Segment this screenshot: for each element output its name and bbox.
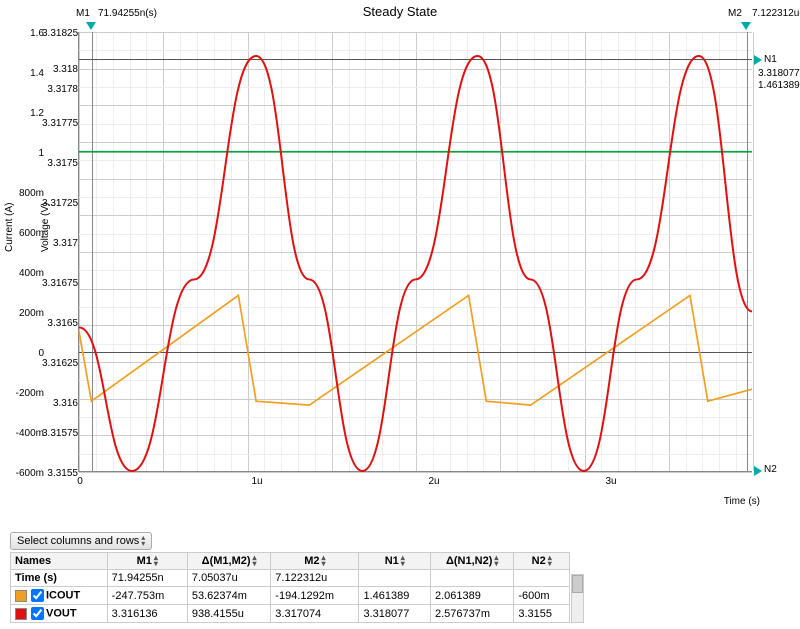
table-cell: -600m — [514, 587, 570, 605]
series-name-cell: ICOUT — [11, 587, 108, 605]
table-header[interactable]: Δ(M1,M2)▴▾ — [187, 552, 270, 569]
trace-layer — [79, 32, 752, 471]
marker-n2-label: N2 — [764, 464, 777, 475]
tick-voltage: 3.31675 — [42, 278, 78, 289]
tick-current: -200m — [8, 388, 44, 399]
table-header[interactable]: M1▴▾ — [107, 552, 187, 569]
tick-voltage: 3.318 — [42, 64, 78, 75]
tick-voltage: 3.31625 — [42, 358, 78, 369]
table-cell: 2.061389 — [430, 587, 513, 605]
table-row: VOUT3.316136938.4155u3.3170743.3180772.5… — [11, 605, 570, 623]
table-header[interactable]: M2▴▾ — [271, 552, 359, 569]
series-visible-checkbox[interactable] — [31, 607, 44, 620]
table-scrollbar[interactable] — [571, 574, 584, 623]
tick-voltage: 3.316 — [42, 398, 78, 409]
plot-area[interactable]: M1 71.94255n(s) M2 7.122312u(s) N1 3.318… — [78, 32, 752, 472]
sort-arrows-icon: ▴▾ — [154, 555, 158, 567]
tick-current: 400m — [8, 268, 44, 279]
table-cell: -194.1292m — [271, 587, 359, 605]
sort-arrows-icon: ▴▾ — [322, 555, 326, 567]
tick-current: 1.2 — [8, 108, 44, 119]
marker-m2-value: 7.122312u(s) — [752, 8, 800, 19]
tick-current: 0 — [8, 348, 44, 359]
table-cell: 938.4155u — [187, 605, 270, 623]
series-name-cell: Time (s) — [11, 570, 108, 587]
table-cell: 1.461389 — [359, 587, 430, 605]
sort-arrows-icon: ▴▾ — [494, 555, 498, 567]
series-swatch — [15, 608, 27, 620]
marker-n1-value2: 1.461389(A) — [758, 80, 800, 91]
series-visible-checkbox[interactable] — [31, 589, 44, 602]
table-cell: 3.316136 — [107, 605, 187, 623]
table-cell: 3.318077 — [359, 605, 430, 623]
marker-m2-handle[interactable] — [741, 22, 751, 30]
sort-arrows-icon: ▴▾ — [548, 555, 552, 567]
tick-current: 1 — [8, 148, 44, 159]
tick-current: 600m — [8, 228, 44, 239]
tick-voltage: 3.3178 — [42, 84, 78, 95]
series-swatch — [15, 590, 27, 602]
table-row: ICOUT-247.753m53.62374m-194.1292m1.46138… — [11, 587, 570, 605]
table-cell: 3.317074 — [271, 605, 359, 623]
sort-arrows-icon: ▴▾ — [401, 555, 405, 567]
tick-current: 1.4 — [8, 68, 44, 79]
table-cell — [430, 570, 513, 587]
tick-current: 1.6 — [8, 28, 44, 39]
tick-voltage: 3.3165 — [42, 318, 78, 329]
tick-time: 0 — [60, 476, 100, 487]
tick-current: 200m — [8, 308, 44, 319]
table-cell: 7.05037u — [187, 570, 270, 587]
scrollbar-thumb[interactable] — [572, 575, 583, 593]
table-cell: 71.94255n — [107, 570, 187, 587]
table-cell: 2.576737m — [430, 605, 513, 623]
table-cell: -247.753m — [107, 587, 187, 605]
tick-voltage: 3.31725 — [42, 198, 78, 209]
measurements-table: NamesM1▴▾Δ(M1,M2)▴▾M2▴▾N1▴▾Δ(N1,N2)▴▾N2▴… — [10, 552, 570, 623]
tick-current: 800m — [8, 188, 44, 199]
tick-voltage: 3.3175 — [42, 158, 78, 169]
tick-voltage: 3.31825 — [42, 28, 78, 39]
tick-current: -600m — [8, 468, 44, 479]
table-cell — [359, 570, 430, 587]
table-cell — [514, 570, 570, 587]
tick-voltage: 3.31775 — [42, 118, 78, 129]
marker-n1-label: N1 — [764, 54, 777, 65]
marker-m2-label: M2 — [728, 8, 742, 19]
marker-m1-label: M1 — [76, 8, 90, 19]
marker-n2-handle[interactable] — [754, 466, 762, 476]
data-table-panel: Select columns and rows▴▾ NamesM1▴▾Δ(M1,… — [10, 532, 570, 623]
marker-m1-value: 71.94255n(s) — [98, 8, 157, 19]
marker-m1-handle[interactable] — [86, 22, 96, 30]
table-header[interactable]: Δ(N1,N2)▴▾ — [430, 552, 513, 569]
sort-arrows-icon: ▴▾ — [141, 535, 145, 547]
plot-canvas — [78, 32, 752, 472]
table-header[interactable]: N2▴▾ — [514, 552, 570, 569]
series-name-cell: VOUT — [11, 605, 108, 623]
tick-voltage: 3.317 — [42, 238, 78, 249]
table-row: Time (s)71.94255n7.05037u7.122312u — [11, 570, 570, 587]
tick-current: -400m — [8, 428, 44, 439]
tick-time: 2u — [414, 476, 454, 487]
table-header[interactable]: Names — [11, 552, 108, 569]
tick-time: 1u — [237, 476, 277, 487]
table-cell: 53.62374m — [187, 587, 270, 605]
marker-n1-handle[interactable] — [754, 55, 762, 65]
table-cell: 7.122312u — [271, 570, 359, 587]
sort-arrows-icon: ▴▾ — [253, 555, 257, 567]
marker-n1-value1: 3.318077(V) — [758, 68, 800, 79]
table-cell: 3.3155 — [514, 605, 570, 623]
select-columns-button[interactable]: Select columns and rows▴▾ — [10, 532, 152, 550]
tick-time: 3u — [591, 476, 631, 487]
tick-voltage: 3.31575 — [42, 428, 78, 439]
table-header[interactable]: N1▴▾ — [359, 552, 430, 569]
axis-time-label: Time (s) — [724, 496, 760, 507]
